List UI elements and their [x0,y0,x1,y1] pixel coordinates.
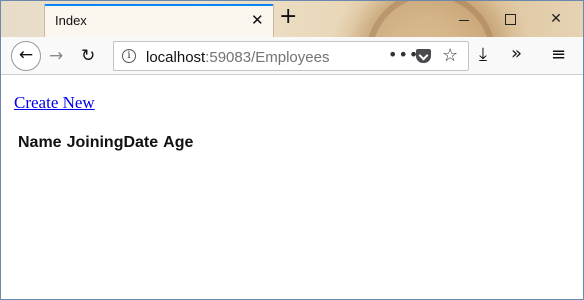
url-host: localhost [146,49,206,66]
pocket-icon[interactable] [416,49,431,63]
tab-title: Index [55,13,87,28]
column-header-joining-date: JoiningDate [66,134,159,151]
download-icon[interactable]: ⤓ [479,43,487,67]
overflow-icon[interactable]: » [511,42,522,66]
page-content: Create New Name JoiningDate Age [1,76,583,299]
column-header-name: Name [18,134,62,151]
back-button[interactable]: ← [11,41,41,71]
create-new-link[interactable]: Create New [14,93,95,113]
url-bar[interactable]: i localhost:59083/Employees ••• ☆ [113,41,469,71]
tab-close-icon[interactable]: ✕ [251,12,264,28]
tab-index[interactable]: Index ✕ [45,4,273,37]
page-actions-icon[interactable]: ••• [388,45,419,65]
star-icon[interactable]: ☆ [442,45,458,67]
column-header-age: Age [163,134,194,151]
forward-button[interactable]: → [49,42,63,70]
navigation-toolbar: ← → ↻ i localhost:59083/Employees ••• ☆ … [1,37,583,75]
tab-strip: Index ✕ + ✕ [1,1,583,37]
info-icon[interactable]: i [122,49,136,63]
window-close-icon[interactable]: ✕ [541,9,571,29]
menu-icon[interactable]: ≡ [551,43,566,67]
url-path: :59083/Employees [205,49,330,66]
new-tab-icon[interactable]: + [279,6,297,28]
maximize-icon[interactable] [495,9,525,29]
minimize-icon[interactable] [449,9,479,29]
browser-window: Index ✕ + ✕ ← → ↻ i localhost:59083/Empl… [0,0,584,300]
employees-table-header: Name JoiningDate Age [18,134,193,152]
reload-button[interactable]: ↻ [81,42,95,70]
url-text[interactable]: localhost:59083/Employees [146,49,329,66]
